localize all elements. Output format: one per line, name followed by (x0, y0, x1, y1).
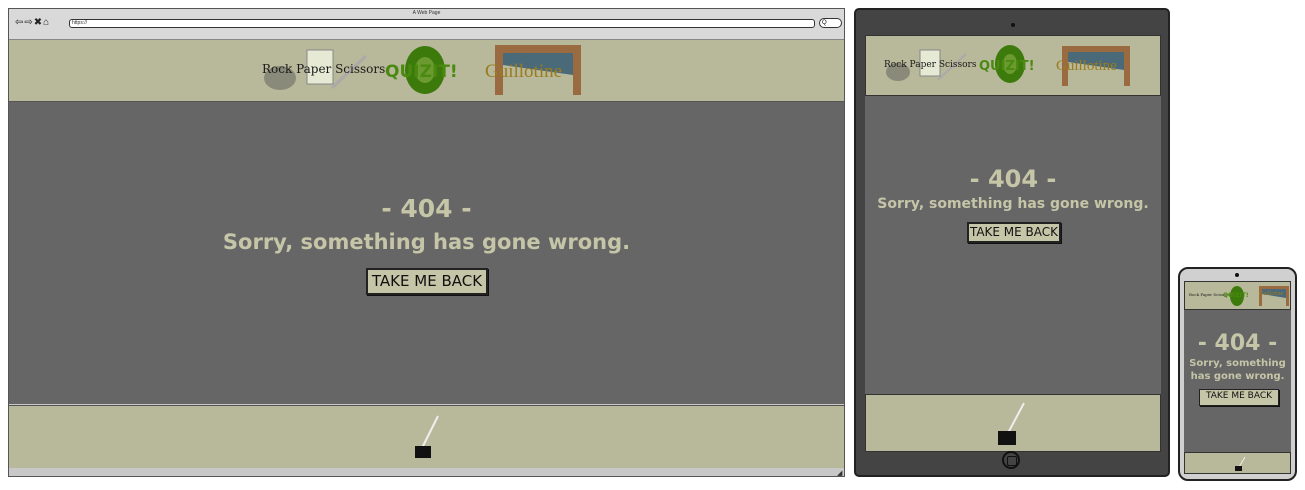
browser-nav-icons: ⇦⇨✖⌂ (15, 17, 50, 28)
main-content: - 404 - Sorry, something has gone wrong.… (9, 102, 844, 404)
forward-icon[interactable]: ⇨ (24, 17, 33, 28)
take-me-back-button[interactable]: TAKE ME BACK (1199, 389, 1279, 406)
error-code: - 404 - (381, 194, 472, 223)
browser-toolbar: A Web Page ⇦⇨✖⌂ https:// Q (9, 9, 844, 40)
take-me-back-button[interactable]: TAKE ME BACK (366, 268, 488, 295)
speaker-icon (1235, 273, 1239, 277)
main-content: - 404 - Sorry, something has gone wrong.… (865, 96, 1161, 394)
search-field[interactable]: Q (819, 18, 842, 28)
take-me-back-button[interactable]: TAKE ME BACK (967, 222, 1061, 243)
logo-guillotine[interactable]: Guillotine (485, 45, 595, 95)
logo-rock-paper-scissors[interactable]: Rock Paper Scissors (884, 46, 976, 84)
quill-ink-icon (415, 415, 439, 458)
site-header: Rock Paper Scissors QUIZIT! Guillotine (9, 40, 844, 102)
site-footer (9, 405, 844, 468)
logo-quiz-it[interactable]: QUIZIT! (979, 44, 1039, 88)
camera-icon (1011, 23, 1015, 27)
address-bar[interactable]: https:// (69, 19, 815, 28)
site-header: Rock Paper Scissors QUIZIT! Guillotine (1184, 281, 1291, 310)
error-code: - 404 - (1197, 331, 1278, 356)
logo-quiz-it[interactable]: QUIZIT! (1223, 292, 1249, 299)
home-button-icon[interactable] (1002, 451, 1020, 469)
logo-quiz-it[interactable]: QUIZIT! (385, 42, 465, 98)
tablet-mockup: Rock Paper Scissors QUIZIT! Guillotine -… (854, 8, 1170, 477)
logo-guillotine[interactable]: Guillotine (1056, 46, 1140, 86)
error-code: - 404 - (969, 165, 1057, 193)
quill-ink-icon (998, 402, 1025, 445)
back-icon[interactable]: ⇦ (15, 17, 24, 28)
error-message: Sorry, something has gone wrong. (877, 196, 1149, 212)
site-footer (1184, 452, 1291, 474)
site-header: Rock Paper Scissors QUIZIT! Guillotine (865, 35, 1161, 96)
desktop-browser-mockup: A Web Page ⇦⇨✖⌂ https:// Q Rock Paper Sc… (8, 8, 845, 477)
quill-ink-icon (1235, 456, 1246, 471)
logo-guillotine[interactable]: Guillotine (1259, 291, 1283, 297)
home-icon[interactable]: ⌂ (43, 17, 50, 28)
site-footer (865, 394, 1161, 452)
phone-mockup: Rock Paper Scissors QUIZIT! Guillotine -… (1178, 267, 1297, 481)
main-content: - 404 - Sorry, something has gone wrong.… (1184, 310, 1291, 452)
error-message: Sorry, something has gone wrong. (222, 230, 631, 254)
window-title: A Web Page (412, 10, 441, 16)
error-message: Sorry, something has gone wrong. (1189, 358, 1286, 382)
close-icon[interactable]: ✖ (34, 17, 43, 28)
logo-rock-paper-scissors[interactable]: Rock Paper Scissors (262, 44, 385, 92)
resize-grip-icon[interactable]: ◢ (837, 469, 842, 477)
